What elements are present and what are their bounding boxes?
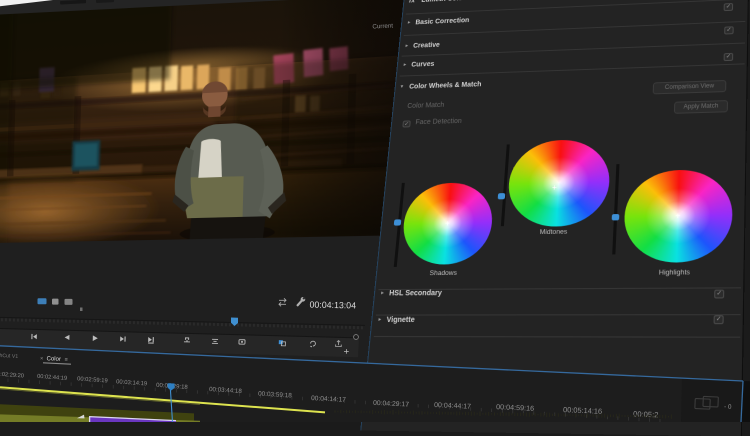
svg-text:RoughCut V1: RoughCut V1 — [0, 352, 18, 360]
svg-text:×: × — [40, 356, 44, 362]
svg-text:00:04:13:04: 00:04:13:04 — [309, 300, 356, 311]
svg-text:- 0: - 0 — [724, 404, 732, 411]
svg-text:00:05:2: 00:05:2 — [633, 409, 659, 419]
svg-text:≡: ≡ — [64, 357, 68, 363]
svg-text:Current: Current — [372, 22, 393, 30]
svg-text:Color: Color — [46, 356, 61, 363]
svg-text:+: + — [343, 347, 349, 358]
svg-text:00:04:59:16: 00:04:59:16 — [496, 402, 534, 413]
